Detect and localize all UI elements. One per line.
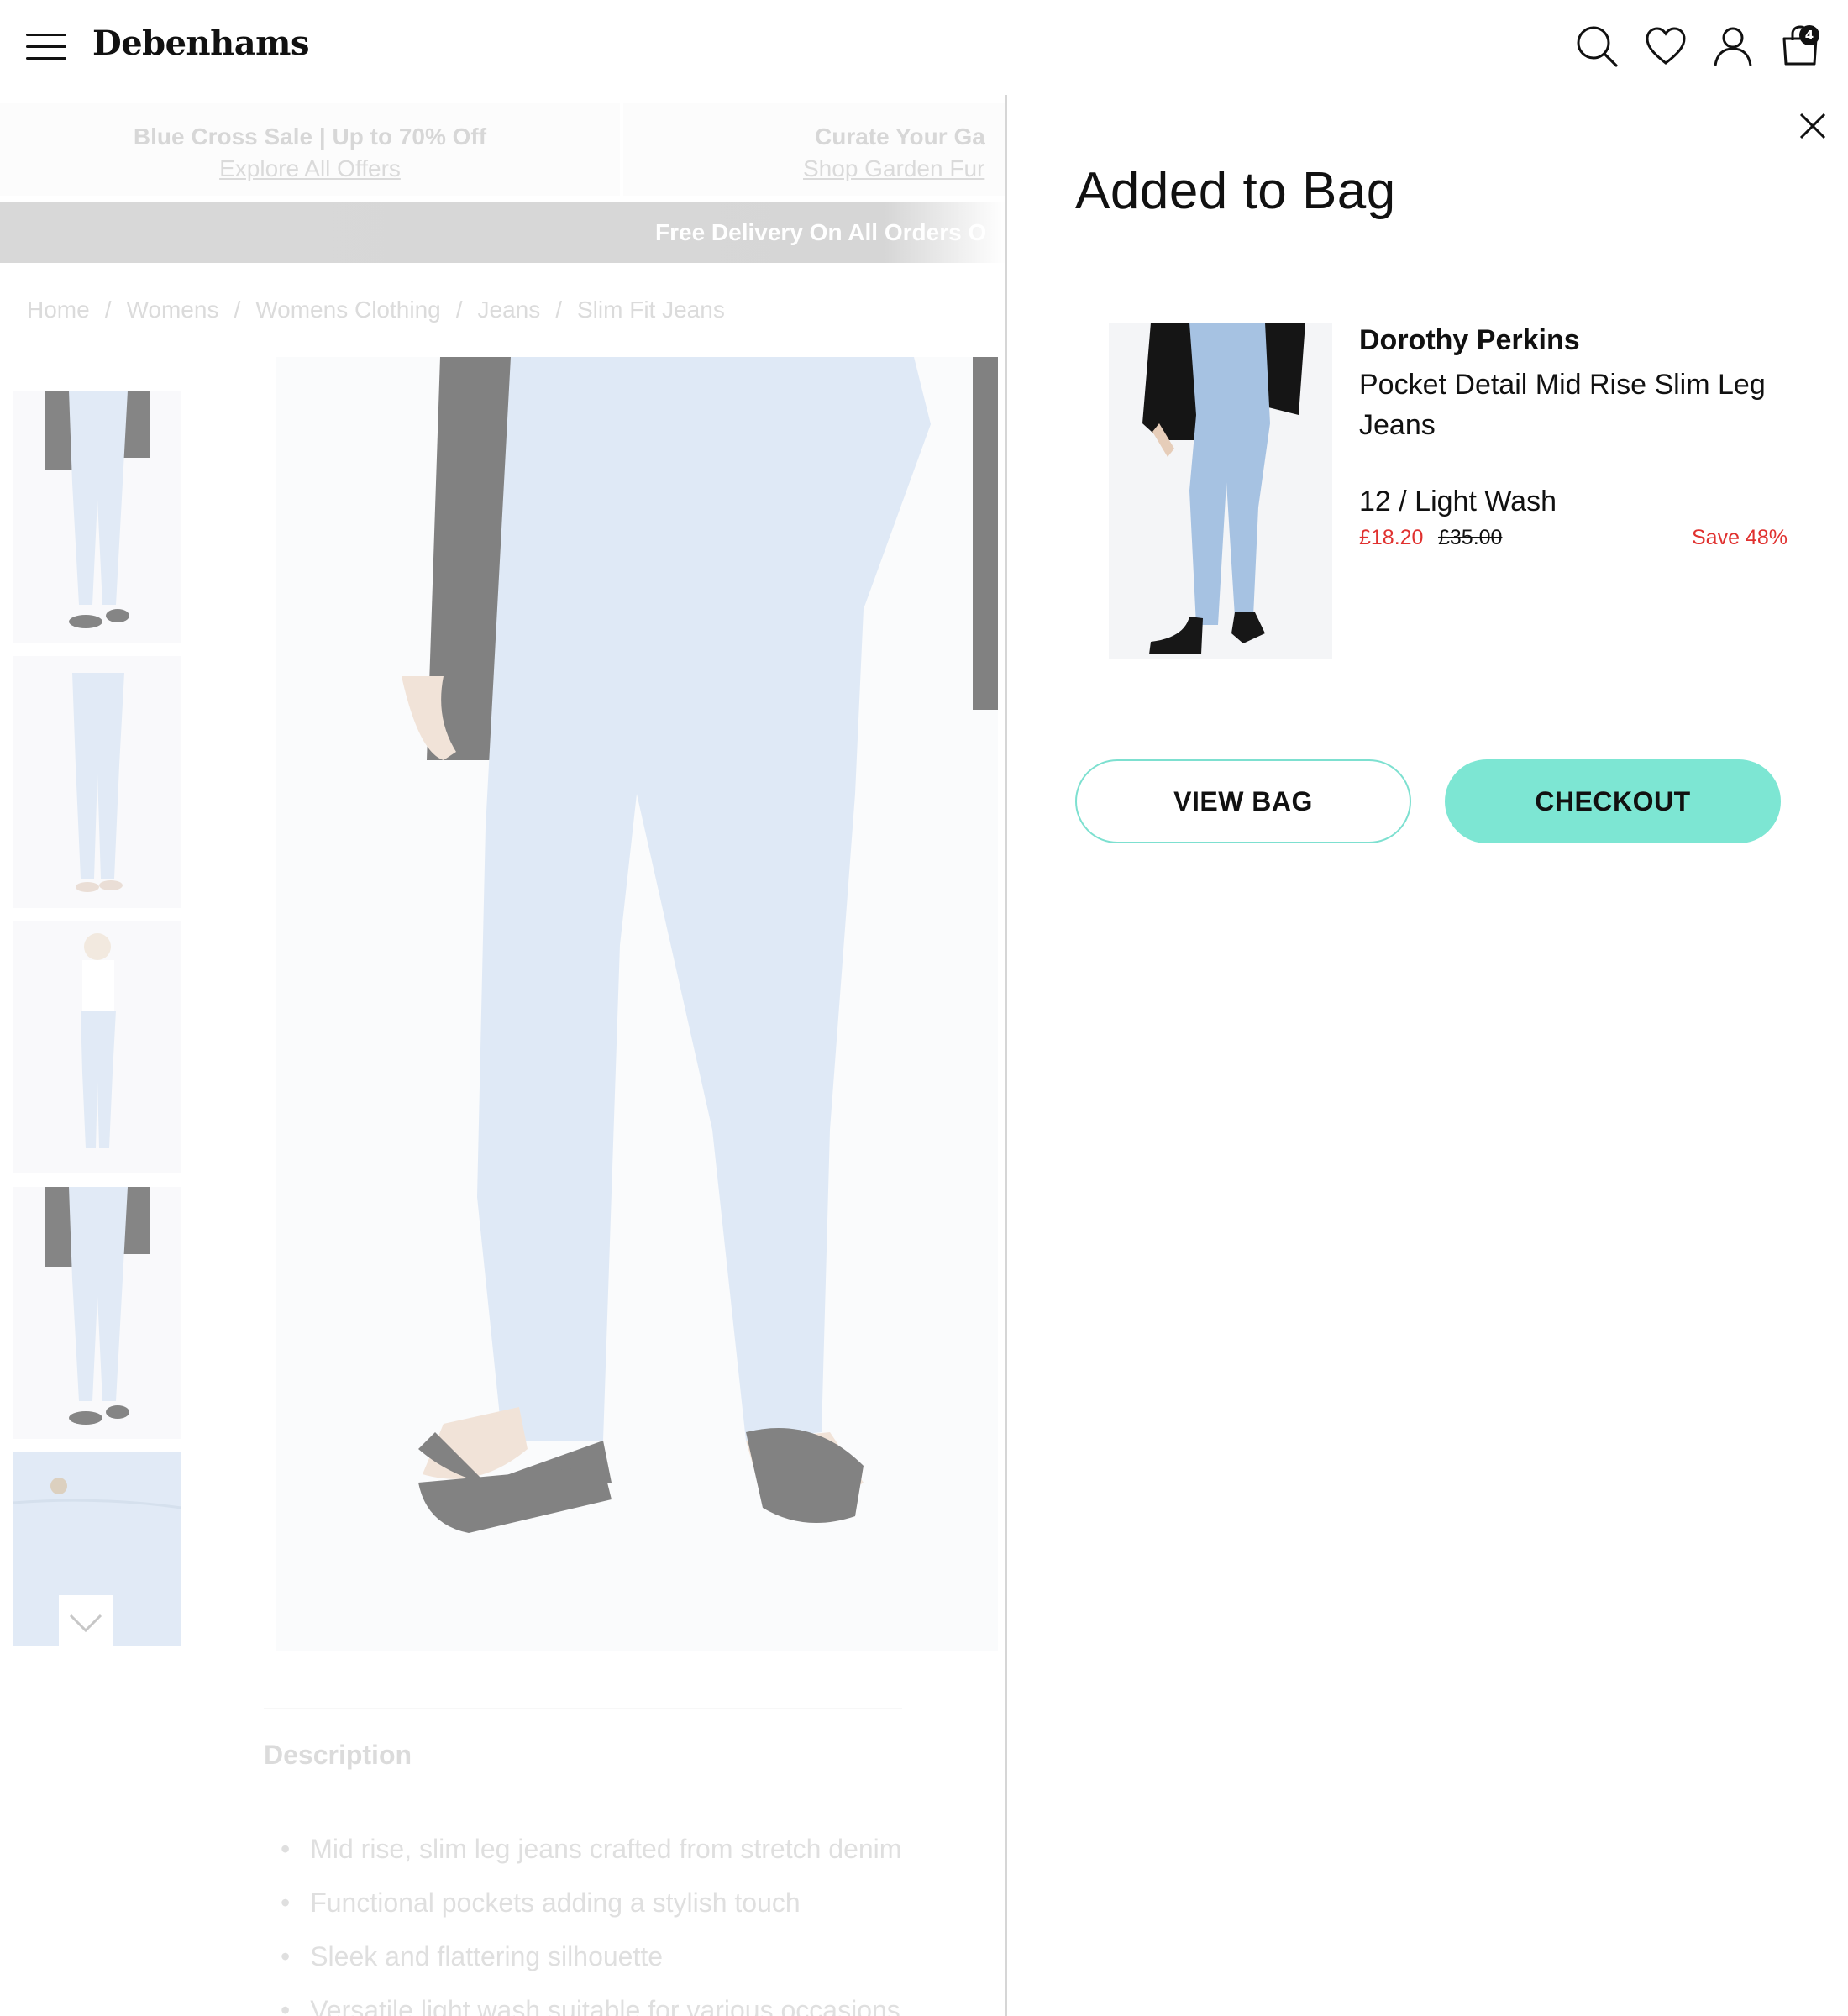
page-overlay[interactable] (0, 95, 1005, 2016)
bag-item-image[interactable] (1109, 323, 1332, 659)
product-page-background: Blue Cross Sale | Up to 70% Off Explore … (0, 95, 1005, 2016)
close-icon[interactable] (1796, 109, 1830, 143)
site-header: Debenhams 4 (0, 0, 1848, 95)
bag-item-was-price: £35.00 (1438, 526, 1503, 549)
heart-icon[interactable] (1643, 24, 1688, 69)
drawer-title: Added to Bag (1075, 162, 1396, 220)
checkout-button[interactable]: CHECKOUT (1445, 759, 1781, 843)
menu-icon[interactable] (26, 32, 66, 62)
bag-item-save-badge: Save 48% (1692, 526, 1788, 549)
bag-item-brand: Dorothy Perkins (1359, 324, 1580, 356)
bag-item-price: £18.20 (1359, 526, 1424, 549)
site-logo[interactable]: Debenhams (92, 24, 309, 63)
bag-count-badge: 4 (1799, 25, 1819, 45)
bag-item-variant: 12 / Light Wash (1359, 486, 1557, 517)
bag-item-name[interactable]: Pocket Detail Mid Rise Slim Leg Jeans (1359, 365, 1796, 445)
view-bag-button[interactable]: VIEW BAG (1075, 759, 1411, 843)
search-icon[interactable] (1574, 24, 1620, 69)
account-icon[interactable] (1710, 24, 1756, 69)
